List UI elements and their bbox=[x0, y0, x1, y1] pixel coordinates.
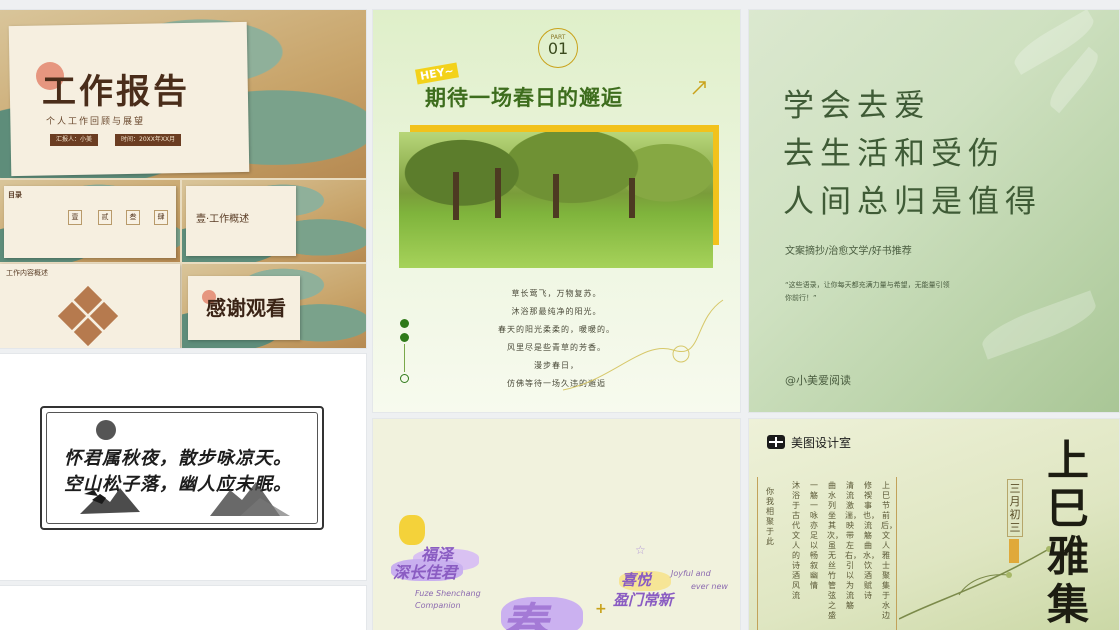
festival-date: 三月初三 bbox=[1007, 479, 1023, 537]
tree-trunk bbox=[629, 178, 635, 218]
report-subtitle: 个人工作回顾与展望 bbox=[46, 117, 146, 127]
moon-icon bbox=[96, 420, 116, 440]
leaf-shadow-icon bbox=[1043, 46, 1105, 114]
blank-card[interactable] bbox=[0, 586, 366, 630]
report-title: 工作报告 bbox=[42, 72, 190, 112]
park-photo bbox=[399, 132, 713, 268]
blessing-3: 喜悦 bbox=[621, 571, 652, 589]
quote-author: @小美爱阅读 bbox=[785, 374, 851, 387]
quote-line-2: 去生活和受伤 bbox=[783, 136, 1005, 172]
vertical-text: 你我相聚于此 bbox=[766, 487, 774, 546]
title-char-1: 上 bbox=[1046, 436, 1089, 485]
tree-trunk bbox=[453, 172, 459, 220]
report-template-card[interactable]: 工作报告 个人工作回顾与展望 汇报人：小美 时间：20XX年XX月 目录 壹 贰… bbox=[0, 10, 366, 348]
contents-item-4: 肆 bbox=[154, 210, 168, 225]
vertical-text: 曲水列坐其次，虽无丝竹管弦之盛 bbox=[827, 481, 843, 620]
blessing-en-4: ever new bbox=[691, 582, 728, 591]
gold-bar bbox=[1009, 539, 1019, 563]
plum-branch-icon bbox=[899, 546, 1052, 620]
quote-text-2: 你前行！” bbox=[785, 294, 817, 302]
calligraphy-card[interactable]: 怀君属秋夜，散步咏凉天。 空山松子落，幽人应未眠。 bbox=[0, 354, 366, 580]
big-character: 春 bbox=[501, 598, 547, 630]
vertical-text: 一觞一咏亦足以畅叙幽情 bbox=[810, 481, 818, 590]
diamond-heading: 工作内容概述 bbox=[6, 269, 48, 277]
vertical-text: 清流激湍，映带左右，引以为流觞 bbox=[845, 481, 861, 610]
title-char-2: 巳 bbox=[1046, 484, 1089, 533]
vertical-text: 修禊事也，流觞曲水，饮酒赋诗 bbox=[863, 481, 879, 600]
part-badge: PART 01 bbox=[538, 28, 578, 68]
report-date: 时间：20XX年XX月 bbox=[115, 134, 182, 146]
overview-title: 壹·工作概述 bbox=[196, 214, 250, 225]
timeline-line bbox=[404, 344, 405, 372]
contents-paper bbox=[4, 186, 176, 258]
brand-name: 美图设计室 bbox=[791, 436, 852, 450]
blessing-en-2: Companion bbox=[415, 601, 461, 610]
part-number: 01 bbox=[547, 39, 569, 58]
tree-trunk bbox=[495, 168, 501, 218]
star-icon: ☆ bbox=[635, 543, 646, 557]
green-dot-icon bbox=[400, 333, 409, 342]
sparkle-icon bbox=[692, 81, 706, 95]
plus-icon: + bbox=[595, 601, 607, 617]
title-char-3: 雅 bbox=[1046, 532, 1089, 581]
quote-line-1: 学会去爱 bbox=[783, 88, 931, 124]
tree-trunk bbox=[553, 174, 559, 218]
quote-tags: 文案摘抄/治愈文学/好书推荐 bbox=[785, 246, 912, 257]
ink-mountains-icon bbox=[80, 482, 290, 516]
contents-item-2: 贰 bbox=[98, 210, 112, 225]
spring-title: 期待一场春日的邂逅 bbox=[425, 86, 623, 110]
vertical-text: 上巳节前后，文人雅士聚集于水边 bbox=[881, 481, 897, 620]
shangsi-card[interactable]: 美图设计室 上巳节前后，文人雅士聚集于水边 修禊事也，流觞曲水，饮酒赋诗 清流激… bbox=[749, 419, 1119, 630]
quote-line-3: 人间总归是值得 bbox=[783, 184, 1042, 220]
vertical-text: 沐浴于古代文人的诗酒风流 bbox=[792, 481, 800, 600]
blessing-2: 深长佳君 bbox=[393, 563, 458, 582]
quote-text-1: “这些语录，让你每天都充满力量与希望，无能量引领 bbox=[785, 281, 950, 289]
leaf-shadow-icon bbox=[977, 290, 1101, 360]
swirl-line-icon bbox=[562, 299, 724, 391]
quote-card[interactable]: 学会去爱 去生活和受伤 人间总归是值得 文案摘抄/治愈文学/好书推荐 “这些语录… bbox=[749, 10, 1119, 412]
blessing-4: 盈门常新 bbox=[613, 591, 674, 609]
brand-logo-icon bbox=[767, 435, 785, 449]
hollow-dot-icon bbox=[400, 374, 409, 383]
thanks-title: 感谢观看 bbox=[206, 296, 286, 320]
contents-item-1: 壹 bbox=[68, 210, 82, 225]
greeting-card[interactable]: 福泽 深长佳君 Fuze Shenchang Companion 春 + ☆ 喜… bbox=[373, 419, 740, 630]
green-dot-icon bbox=[400, 319, 409, 328]
contents-item-3: 叁 bbox=[126, 210, 140, 225]
blessing-en-3: Joyful and bbox=[671, 569, 711, 578]
contents-label: 目录 bbox=[8, 191, 22, 199]
blessing-en-1: Fuze Shenchang bbox=[415, 589, 481, 598]
spring-card[interactable]: PART 01 HEY~ 期待一场春日的邂逅 草长莺飞，万物复苏。 沐浴那最纯净… bbox=[373, 10, 740, 412]
title-char-4: 集 bbox=[1046, 580, 1089, 629]
report-presenter: 汇报人：小美 bbox=[50, 134, 99, 146]
